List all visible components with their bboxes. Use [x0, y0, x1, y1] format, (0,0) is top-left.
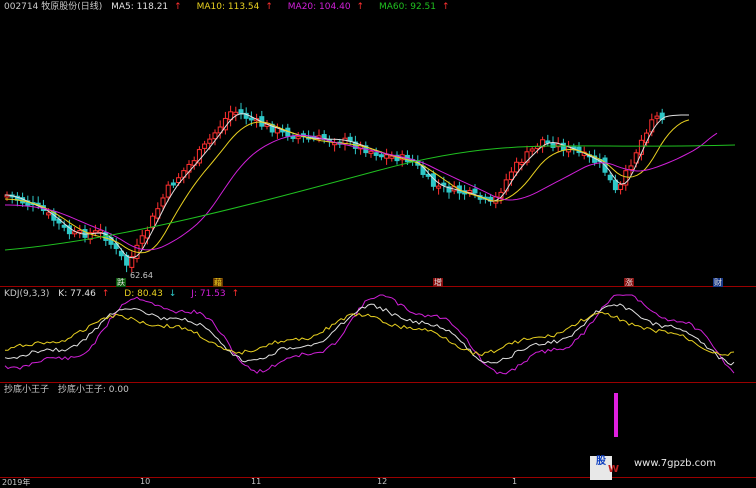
candle-body: [233, 111, 239, 116]
candle-body: [628, 165, 634, 171]
candle-body: [368, 150, 374, 154]
kdj-chart: [4, 294, 735, 375]
signal-bar: [614, 393, 618, 437]
tag-5: 财: [713, 278, 723, 287]
candle-body: [384, 154, 390, 159]
candle-body: [160, 197, 166, 207]
candle-body: [92, 230, 98, 234]
tag-1: 跌: [116, 278, 126, 287]
kdj-pane[interactable]: KDJ(9,3,3) K: 77.46 ↑ D: 80.43 ↓ J: 71.53 ↑: [0, 287, 756, 383]
candle-body: [529, 148, 535, 152]
candle-body: [248, 117, 254, 121]
candle-body: [61, 224, 67, 228]
candle-body: [654, 115, 660, 119]
candle-body: [295, 136, 301, 140]
candle-body: [290, 135, 296, 139]
candle-body: [550, 142, 556, 148]
tag-2: 藉: [213, 278, 223, 287]
candle-body: [46, 212, 52, 216]
time-label: 1: [512, 477, 518, 486]
candle-body: [508, 171, 514, 180]
candle-body: [207, 138, 213, 144]
signal-value: 抄底小王子: 0.00: [57, 385, 129, 395]
signal-name: 抄底小王子: [4, 385, 50, 395]
time-label: 10: [140, 477, 151, 486]
candle-body: [472, 188, 478, 194]
candle-body: [503, 179, 509, 192]
candle-body: [373, 152, 379, 156]
low-price-mark: 62.64: [130, 271, 153, 280]
candle-body: [519, 161, 525, 165]
watermark-w: W: [608, 464, 620, 475]
candle-body: [618, 184, 624, 190]
candle-body: [436, 185, 442, 189]
watermark-url: www.7gpzb.com: [634, 458, 716, 469]
candle-body: [212, 132, 218, 140]
candle-body: [389, 155, 395, 159]
candle-body: [139, 235, 145, 244]
price-chart-pane[interactable]: 002714 牧原股份(日线) MA5: 118.21 ↑ MA10: 113.5…: [0, 0, 756, 287]
candle-body: [150, 215, 156, 229]
candle-body: [170, 182, 176, 186]
candle-body: [129, 256, 135, 268]
watermark: 股 W www.7gpzb.com: [590, 456, 756, 480]
time-label: 2019年: [2, 478, 31, 487]
candle-body: [186, 163, 192, 173]
tag-3: 增: [433, 278, 443, 287]
signal-header: 抄底小王子 抄底小王子: 0.00: [4, 385, 135, 395]
tag-4: 涨: [624, 278, 634, 287]
candle-body: [514, 161, 520, 173]
time-label: 11: [251, 477, 262, 486]
candle-body: [202, 143, 208, 149]
time-label: 12: [377, 477, 388, 486]
candle-body: [165, 184, 171, 198]
candle-body: [607, 174, 613, 181]
candlestick-chart: [4, 102, 736, 273]
candle-body: [378, 154, 384, 158]
